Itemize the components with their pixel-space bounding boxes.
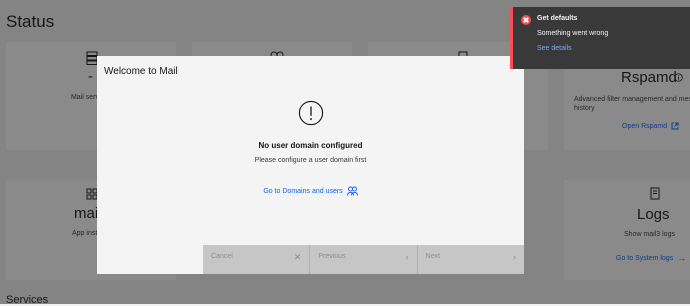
toast-subtitle: Something went wrong bbox=[537, 30, 609, 37]
modal-title: Welcome to Mail bbox=[104, 66, 178, 77]
empty-state-title: No user domain configured bbox=[258, 141, 363, 150]
warning-icon bbox=[298, 100, 323, 126]
error-toast: Get defaults Something went wrong See de… bbox=[510, 7, 690, 69]
go-to-domains-link[interactable]: Go to Domains and users bbox=[263, 186, 358, 196]
cancel-button[interactable]: Cancel ✕ bbox=[203, 245, 311, 274]
see-details-link[interactable]: See details bbox=[537, 45, 572, 52]
error-icon bbox=[521, 15, 531, 25]
chevron-left-icon: ‹ bbox=[405, 252, 409, 262]
previous-label: Previous bbox=[318, 253, 346, 260]
previous-button[interactable]: Previous ‹ bbox=[310, 245, 418, 274]
next-label: Next bbox=[425, 253, 441, 260]
user-group-icon bbox=[346, 186, 358, 196]
modal-footer: Cancel ✕ Previous ‹ Next › bbox=[203, 245, 524, 274]
empty-state: No user domain configured Please configu… bbox=[97, 100, 524, 198]
chevron-right-icon: › bbox=[512, 252, 516, 262]
welcome-modal: Welcome to Mail No user domain configure… bbox=[97, 56, 524, 274]
go-to-domains-label: Go to Domains and users bbox=[263, 187, 343, 195]
next-button[interactable]: Next › bbox=[417, 245, 524, 274]
empty-state-description: Please configure a user domain first bbox=[254, 157, 367, 164]
close-icon: ✕ bbox=[293, 252, 302, 262]
toast-title: Get defaults bbox=[537, 15, 578, 22]
cancel-label: Cancel bbox=[211, 253, 233, 260]
